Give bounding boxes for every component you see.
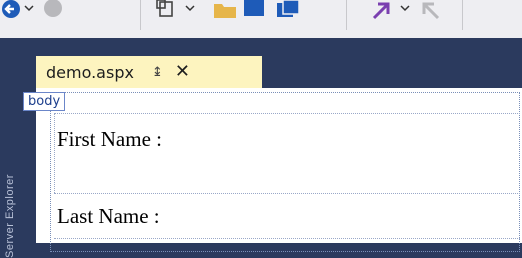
toolbar bbox=[0, 0, 522, 38]
redo-icon[interactable] bbox=[418, 0, 444, 24]
back-icon[interactable] bbox=[0, 0, 22, 22]
first-name-label: First Name : bbox=[57, 127, 162, 151]
dotted-separator bbox=[54, 238, 520, 240]
dotted-separator bbox=[54, 113, 56, 193]
dotted-separator bbox=[54, 113, 520, 115]
tab-demo-aspx[interactable]: demo.aspx ↨ ✕ bbox=[36, 56, 262, 88]
pin-icon[interactable]: ↨ bbox=[152, 65, 163, 80]
save-all-icon[interactable] bbox=[275, 0, 303, 22]
chevron-down-icon[interactable] bbox=[24, 0, 34, 18]
document-tab-bar: demo.aspx ↨ ✕ bbox=[32, 38, 522, 88]
side-panel-strip: Server Explorer bbox=[0, 38, 32, 258]
body-tag-label[interactable]: body bbox=[23, 92, 66, 111]
chevron-down-icon[interactable] bbox=[185, 0, 195, 18]
open-icon[interactable] bbox=[212, 0, 238, 22]
close-icon[interactable]: ✕ bbox=[175, 63, 190, 81]
server-explorer-tab[interactable]: Server Explorer bbox=[4, 108, 16, 258]
last-name-label: Last Name : bbox=[57, 204, 160, 228]
dotted-separator bbox=[54, 193, 520, 195]
new-item-icon[interactable] bbox=[155, 0, 177, 22]
forward-icon[interactable] bbox=[40, 0, 66, 22]
save-icon[interactable] bbox=[243, 0, 267, 22]
undo-icon[interactable] bbox=[370, 0, 396, 24]
tab-title: demo.aspx bbox=[46, 62, 134, 82]
chevron-down-icon[interactable] bbox=[400, 0, 410, 18]
